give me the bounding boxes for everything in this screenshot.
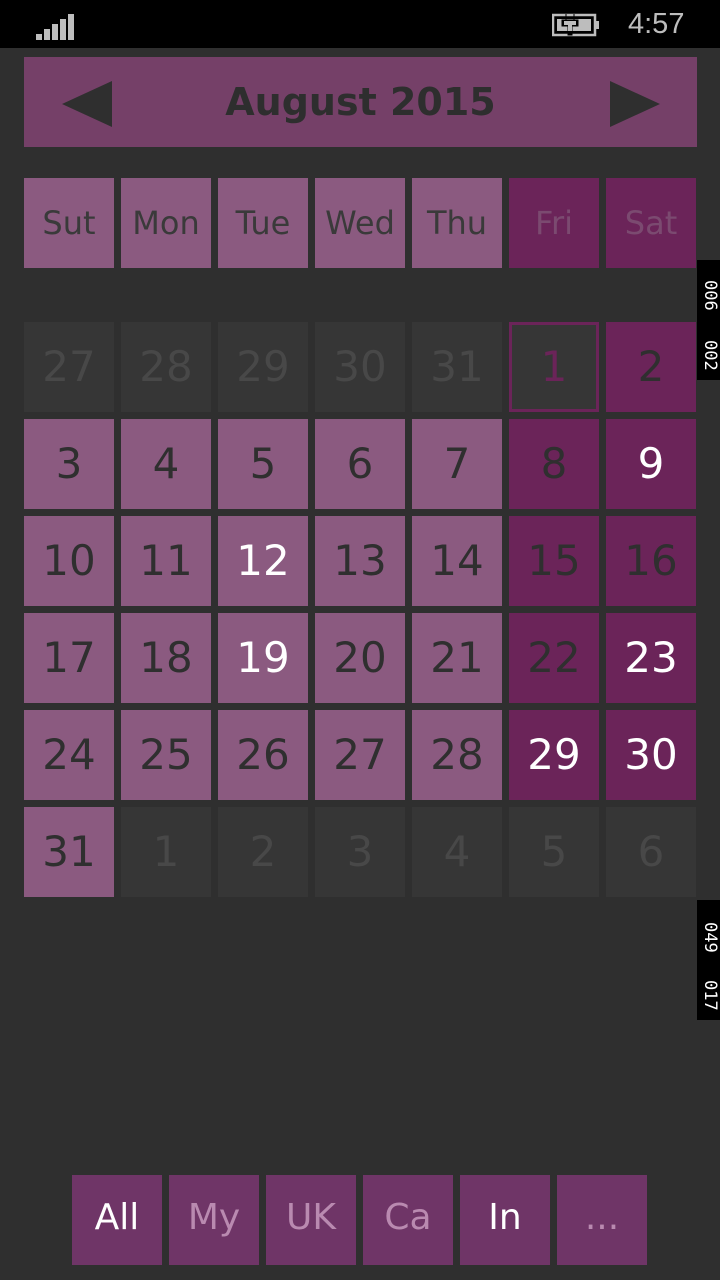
date-cell[interactable]: 25: [121, 710, 211, 800]
clock: 4:57: [628, 8, 685, 40]
previous-month-icon[interactable]: [62, 81, 112, 127]
side-tab-top[interactable]: 006 002: [697, 260, 720, 380]
signal-strength-icon: [36, 12, 82, 40]
date-cell[interactable]: 2: [218, 807, 308, 897]
date-cell[interactable]: 15: [509, 516, 599, 606]
date-cell[interactable]: 6: [606, 807, 696, 897]
date-cell[interactable]: 8: [509, 419, 599, 509]
date-cell[interactable]: 4: [412, 807, 502, 897]
date-cell[interactable]: 3: [315, 807, 405, 897]
date-cell[interactable]: 17: [24, 613, 114, 703]
status-bar: 4:57: [0, 0, 720, 48]
filter-uk-button[interactable]: UK: [266, 1175, 356, 1265]
date-cell[interactable]: 31: [412, 322, 502, 412]
weekday-label: Sut: [24, 178, 114, 268]
date-cell[interactable]: 2: [606, 322, 696, 412]
date-cell[interactable]: 26: [218, 710, 308, 800]
battery-charging-icon: [552, 13, 599, 37]
next-month-icon[interactable]: [610, 81, 660, 127]
date-cell[interactable]: 16: [606, 516, 696, 606]
weekday-label: Tue: [218, 178, 308, 268]
date-cell[interactable]: 7: [412, 419, 502, 509]
filter-ca-button[interactable]: Ca: [363, 1175, 453, 1265]
date-cell[interactable]: 27: [24, 322, 114, 412]
filter-in-button[interactable]: In: [460, 1175, 550, 1265]
side-tab-value: 002: [700, 340, 720, 371]
date-cell[interactable]: 14: [412, 516, 502, 606]
weekday-label: Thu: [412, 178, 502, 268]
date-cell[interactable]: 24: [24, 710, 114, 800]
date-cell[interactable]: 28: [412, 710, 502, 800]
date-cell[interactable]: 31: [24, 807, 114, 897]
date-cell[interactable]: 21: [412, 613, 502, 703]
filter-all-button[interactable]: All: [72, 1175, 162, 1265]
weekday-label: Wed: [315, 178, 405, 268]
side-tab-value: 017: [700, 980, 720, 1011]
side-tab-value: 006: [700, 280, 720, 311]
month-title: August 2015: [225, 80, 496, 124]
date-cell[interactable]: 30: [606, 710, 696, 800]
date-cell[interactable]: 18: [121, 613, 211, 703]
date-cell[interactable]: 12: [218, 516, 308, 606]
date-cell[interactable]: 6: [315, 419, 405, 509]
date-cell[interactable]: 19: [218, 613, 308, 703]
filter-my-button[interactable]: My: [169, 1175, 259, 1265]
more-filters-button[interactable]: ...: [557, 1175, 647, 1265]
date-cell[interactable]: 10: [24, 516, 114, 606]
date-cell[interactable]: 13: [315, 516, 405, 606]
side-tab-bottom[interactable]: 049 017: [697, 900, 720, 1020]
side-tab-value: 049: [700, 922, 720, 953]
date-cell[interactable]: 20: [315, 613, 405, 703]
date-cell[interactable]: 1: [121, 807, 211, 897]
date-cell[interactable]: 4: [121, 419, 211, 509]
date-cell[interactable]: 22: [509, 613, 599, 703]
date-cell-today[interactable]: 1: [509, 322, 599, 412]
date-cell[interactable]: 29: [509, 710, 599, 800]
weekday-label: Sat: [606, 178, 696, 268]
date-cell[interactable]: 9: [606, 419, 696, 509]
date-cell[interactable]: 28: [121, 322, 211, 412]
date-cell[interactable]: 11: [121, 516, 211, 606]
weekday-label: Fri: [509, 178, 599, 268]
month-header: August 2015: [24, 57, 697, 147]
date-cell[interactable]: 5: [218, 419, 308, 509]
weekday-label: Mon: [121, 178, 211, 268]
date-cell[interactable]: 27: [315, 710, 405, 800]
date-cell[interactable]: 5: [509, 807, 599, 897]
date-cell[interactable]: 29: [218, 322, 308, 412]
date-cell[interactable]: 30: [315, 322, 405, 412]
date-cell[interactable]: 23: [606, 613, 696, 703]
date-cell[interactable]: 3: [24, 419, 114, 509]
